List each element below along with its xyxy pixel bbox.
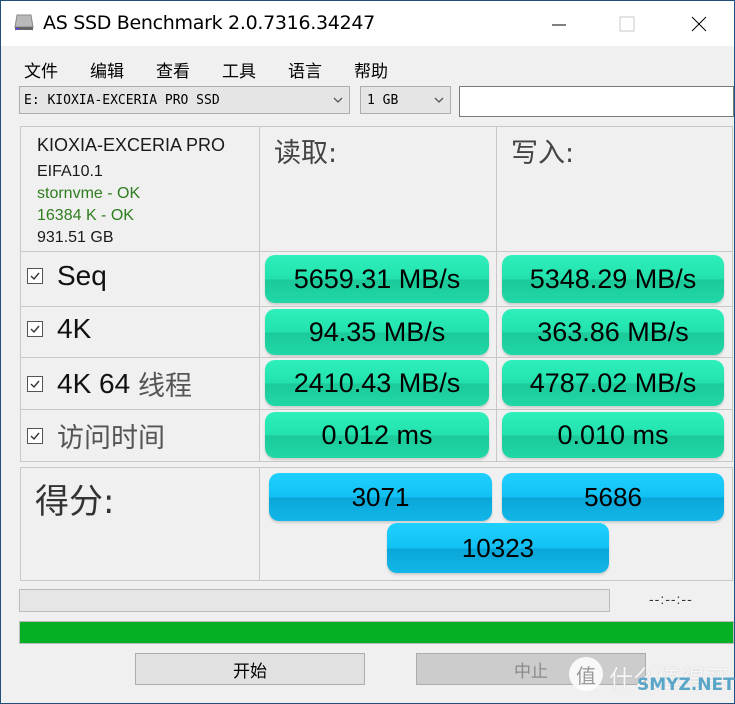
seq-label: Seq (57, 260, 107, 291)
test-progress-bar (19, 589, 610, 612)
drive-select-value: E: KIOXIA-EXCERIA PRO SSD (24, 93, 220, 108)
drive-capacity: 931.51 GB (37, 229, 114, 246)
window-title: AS SSD Benchmark 2.0.7316.34247 (43, 12, 375, 34)
test-row-access-time: 访问时间 (20, 409, 260, 462)
4k-64-read-result: 2410.43 MB/s (265, 360, 489, 406)
drive-firmware: EIFA10.1 (37, 163, 103, 180)
access-read-cell: 0.012 ms (259, 409, 497, 462)
score-label-cell: 得分: (20, 467, 260, 581)
4k-64-label: 4K 64 (57, 367, 138, 399)
4k-checkbox[interactable] (27, 321, 43, 337)
score-label: 得分: (35, 482, 115, 522)
4k-64-write-cell: 4787.02 MB/s (496, 357, 733, 410)
4k-read-result: 94.35 MB/s (265, 309, 489, 355)
4k-write-result: 363.86 MB/s (502, 309, 724, 355)
menu-language[interactable]: 语言 (288, 57, 322, 82)
4k-64-read-cell: 2410.43 MB/s (259, 357, 497, 410)
seq-write-cell: 5348.29 MB/s (496, 251, 733, 307)
access-time-label: 访问时间 (57, 423, 165, 454)
write-header-cell: 写入: (496, 126, 733, 252)
drive-icon (14, 14, 34, 30)
watermark: 值 什么值得买 SMYZ.NET (561, 653, 735, 703)
test-size-value: 1 GB (367, 93, 399, 108)
start-button[interactable]: 开始 (135, 653, 365, 685)
title-bar: AS SSD Benchmark 2.0.7316.34247 (1, 1, 734, 46)
menu-edit[interactable]: 编辑 (90, 57, 124, 82)
menu-help[interactable]: 帮助 (354, 57, 388, 82)
read-header-cell: 读取: (259, 126, 497, 252)
minimize-button[interactable] (529, 1, 589, 46)
check-icon (30, 325, 40, 334)
write-column-header: 写入: (511, 138, 575, 169)
access-write-cell: 0.010 ms (496, 409, 733, 462)
alignment-status: 16384 K - OK (37, 207, 134, 224)
test-row-seq: Seq (20, 251, 260, 307)
maximize-button[interactable] (597, 1, 657, 46)
total-score: 10323 (387, 523, 609, 573)
driver-status: stornvme - OK (37, 185, 141, 202)
drive-model: KIOXIA-EXCERIA PRO (37, 135, 226, 155)
menu-tools[interactable]: 工具 (222, 57, 256, 82)
close-icon (691, 16, 707, 31)
drive-info-panel: KIOXIA-EXCERIA PRO EIFA10.1 stornvme - O… (20, 126, 260, 252)
4k-read-cell: 94.35 MB/s (259, 306, 497, 358)
menu-file[interactable]: 文件 (24, 57, 58, 82)
seq-read-result: 5659.31 MB/s (265, 255, 489, 303)
chevron-down-icon (333, 97, 343, 103)
drive-select[interactable]: E: KIOXIA-EXCERIA PRO SSD (19, 86, 350, 114)
4k-label: 4K (57, 313, 92, 344)
seq-read-cell: 5659.31 MB/s (259, 251, 497, 307)
menu-view[interactable]: 查看 (156, 57, 190, 82)
results-grid: KIOXIA-EXCERIA PRO EIFA10.1 stornvme - O… (20, 126, 733, 581)
4k-write-cell: 363.86 MB/s (496, 306, 733, 358)
test-size-select[interactable]: 1 GB (360, 86, 451, 114)
menu-bar: 文件 编辑 查看 工具 语言 帮助 (1, 46, 734, 86)
check-icon (30, 272, 40, 281)
watermark-badge-icon: 值 (569, 657, 603, 691)
access-time-write-result: 0.010 ms (502, 412, 724, 458)
minimize-icon (552, 24, 566, 25)
check-icon (30, 432, 40, 440)
elapsed-time: --:--:-- (649, 591, 693, 607)
close-button[interactable] (669, 1, 729, 46)
write-score: 5686 (502, 473, 724, 521)
read-column-header: 读取: (274, 138, 338, 169)
read-score: 3071 (269, 473, 492, 521)
test-row-4k: 4K (20, 306, 260, 358)
chevron-down-icon (434, 97, 444, 103)
4k-64-write-result: 4787.02 MB/s (502, 360, 724, 406)
overall-progress-fill (20, 622, 733, 643)
test-row-4k-64: 4K 64 线程 (20, 357, 260, 410)
watermark-url: SMYZ.NET (637, 675, 735, 695)
4k-64-label-threads: 线程 (137, 371, 192, 402)
seq-write-result: 5348.29 MB/s (502, 255, 724, 303)
maximize-icon (619, 16, 635, 31)
seq-checkbox[interactable] (27, 268, 43, 284)
access-time-checkbox[interactable] (27, 427, 43, 444)
app-window: AS SSD Benchmark 2.0.7316.34247 文件 编辑 查看… (1, 1, 735, 703)
access-time-read-result: 0.012 ms (265, 412, 489, 458)
score-values-cell: 3071 5686 10323 (259, 467, 733, 581)
check-icon (30, 380, 40, 388)
text-input[interactable] (459, 86, 734, 117)
overall-progress-bar (19, 621, 734, 644)
4k-64-checkbox[interactable] (27, 375, 43, 392)
